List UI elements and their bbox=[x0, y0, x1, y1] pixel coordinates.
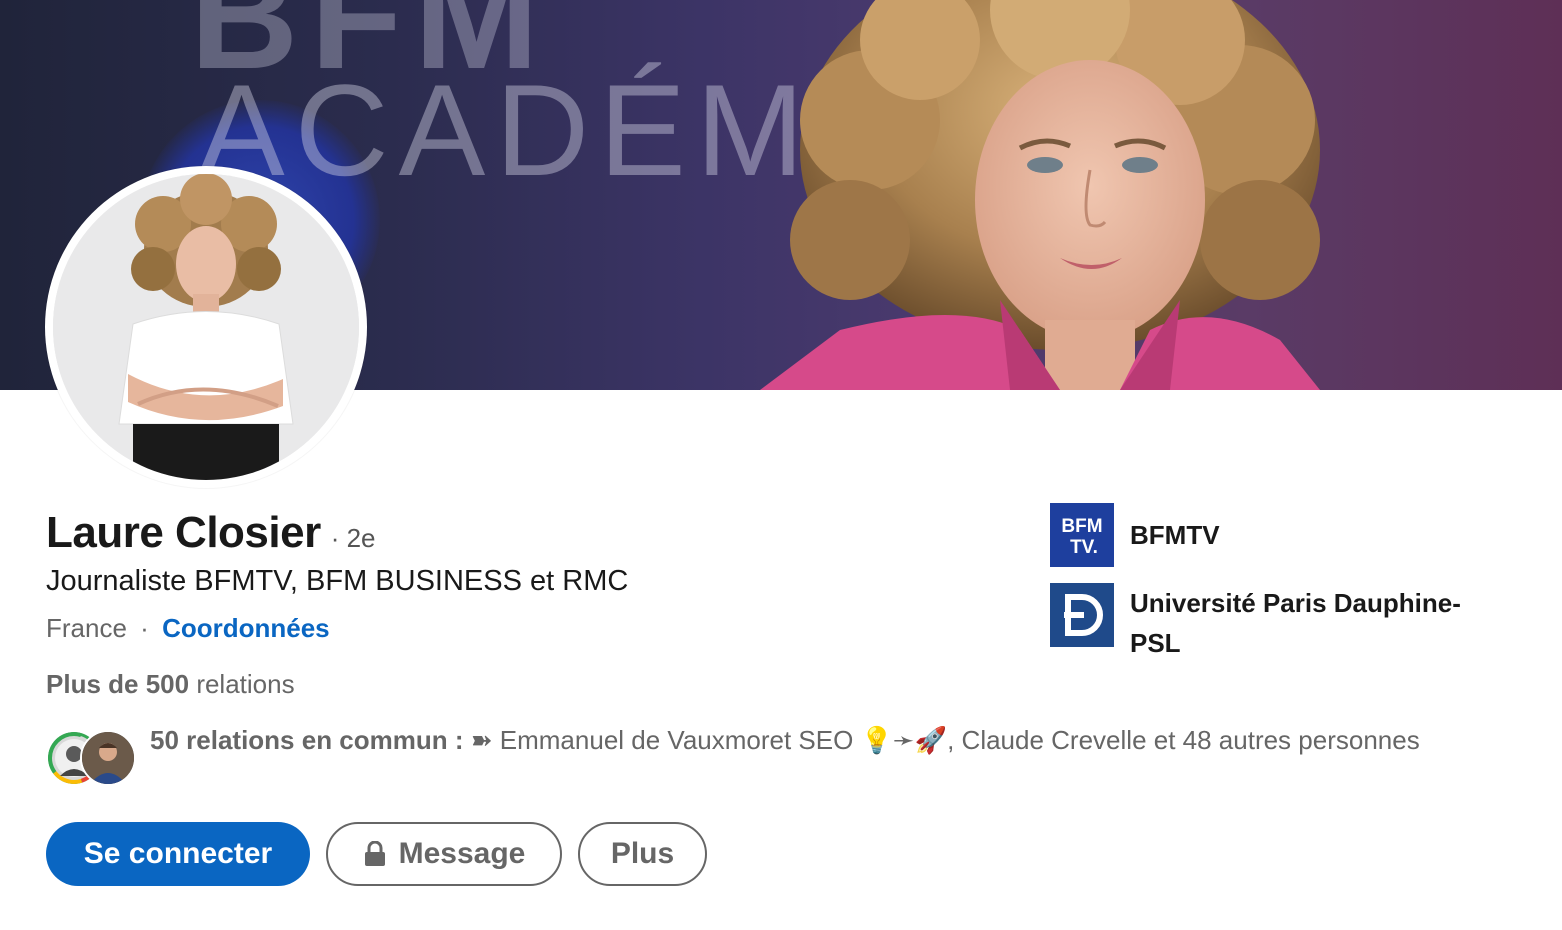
message-button-label: Message bbox=[398, 837, 526, 870]
profile-location: France bbox=[46, 613, 127, 643]
org-current-company[interactable]: BFM TV. BFMTV bbox=[1050, 503, 1510, 567]
more-button[interactable]: Plus bbox=[578, 822, 707, 886]
more-button-label: Plus bbox=[610, 837, 675, 870]
banner-portrait-illustration bbox=[760, 0, 1320, 390]
profile-headline: Journaliste BFMTV, BFM BUSINESS et RMC bbox=[46, 565, 629, 597]
location-separator: · bbox=[140, 613, 149, 643]
mutual-connections-text: 50 relations en commun : ➽ Emmanuel de V… bbox=[150, 720, 1420, 760]
contact-info-link[interactable]: Coordonnées bbox=[162, 613, 330, 643]
location-row: France · Coordonnées bbox=[46, 613, 330, 644]
connection-degree: · 2e bbox=[330, 523, 376, 553]
message-button[interactable]: Message bbox=[326, 822, 562, 886]
profile-avatar[interactable] bbox=[45, 166, 367, 488]
org-name-school: Université Paris Dauphine-PSL bbox=[1130, 588, 1461, 658]
connections-count-label: relations bbox=[196, 669, 295, 699]
lock-icon bbox=[363, 841, 387, 867]
connect-button[interactable]: Se connecter bbox=[46, 822, 310, 886]
mutual-avatars bbox=[46, 730, 136, 788]
name-row: Laure Closier · 2e bbox=[46, 508, 376, 558]
bfmtv-logo-icon: BFM TV. bbox=[1050, 503, 1114, 567]
profile-card: BFM ACADÉMI Laure Closier · 2e Journalis… bbox=[0, 0, 1562, 930]
profile-name: Laure Closier bbox=[46, 508, 321, 557]
mutual-avatar-2 bbox=[80, 730, 136, 786]
bfmtv-logo-text-top: BFM bbox=[1061, 516, 1102, 537]
mutual-connections-count: 50 relations en commun : bbox=[150, 725, 464, 755]
connections-count[interactable]: Plus de 500 relations bbox=[46, 669, 295, 700]
profile-photo bbox=[53, 174, 359, 480]
connections-count-bold: Plus de 500 bbox=[46, 669, 190, 699]
org-name-company: BFMTV bbox=[1130, 520, 1220, 550]
mutual-connections-names: ➽ Emmanuel de Vauxmoret SEO 💡➛🚀, Claude … bbox=[470, 725, 1420, 755]
bfmtv-logo-text-bottom: TV. bbox=[1070, 537, 1098, 558]
org-education[interactable]: Université Paris Dauphine-PSL bbox=[1050, 583, 1510, 663]
connect-button-label: Se connecter bbox=[83, 837, 273, 870]
dauphine-logo-icon bbox=[1050, 583, 1114, 647]
